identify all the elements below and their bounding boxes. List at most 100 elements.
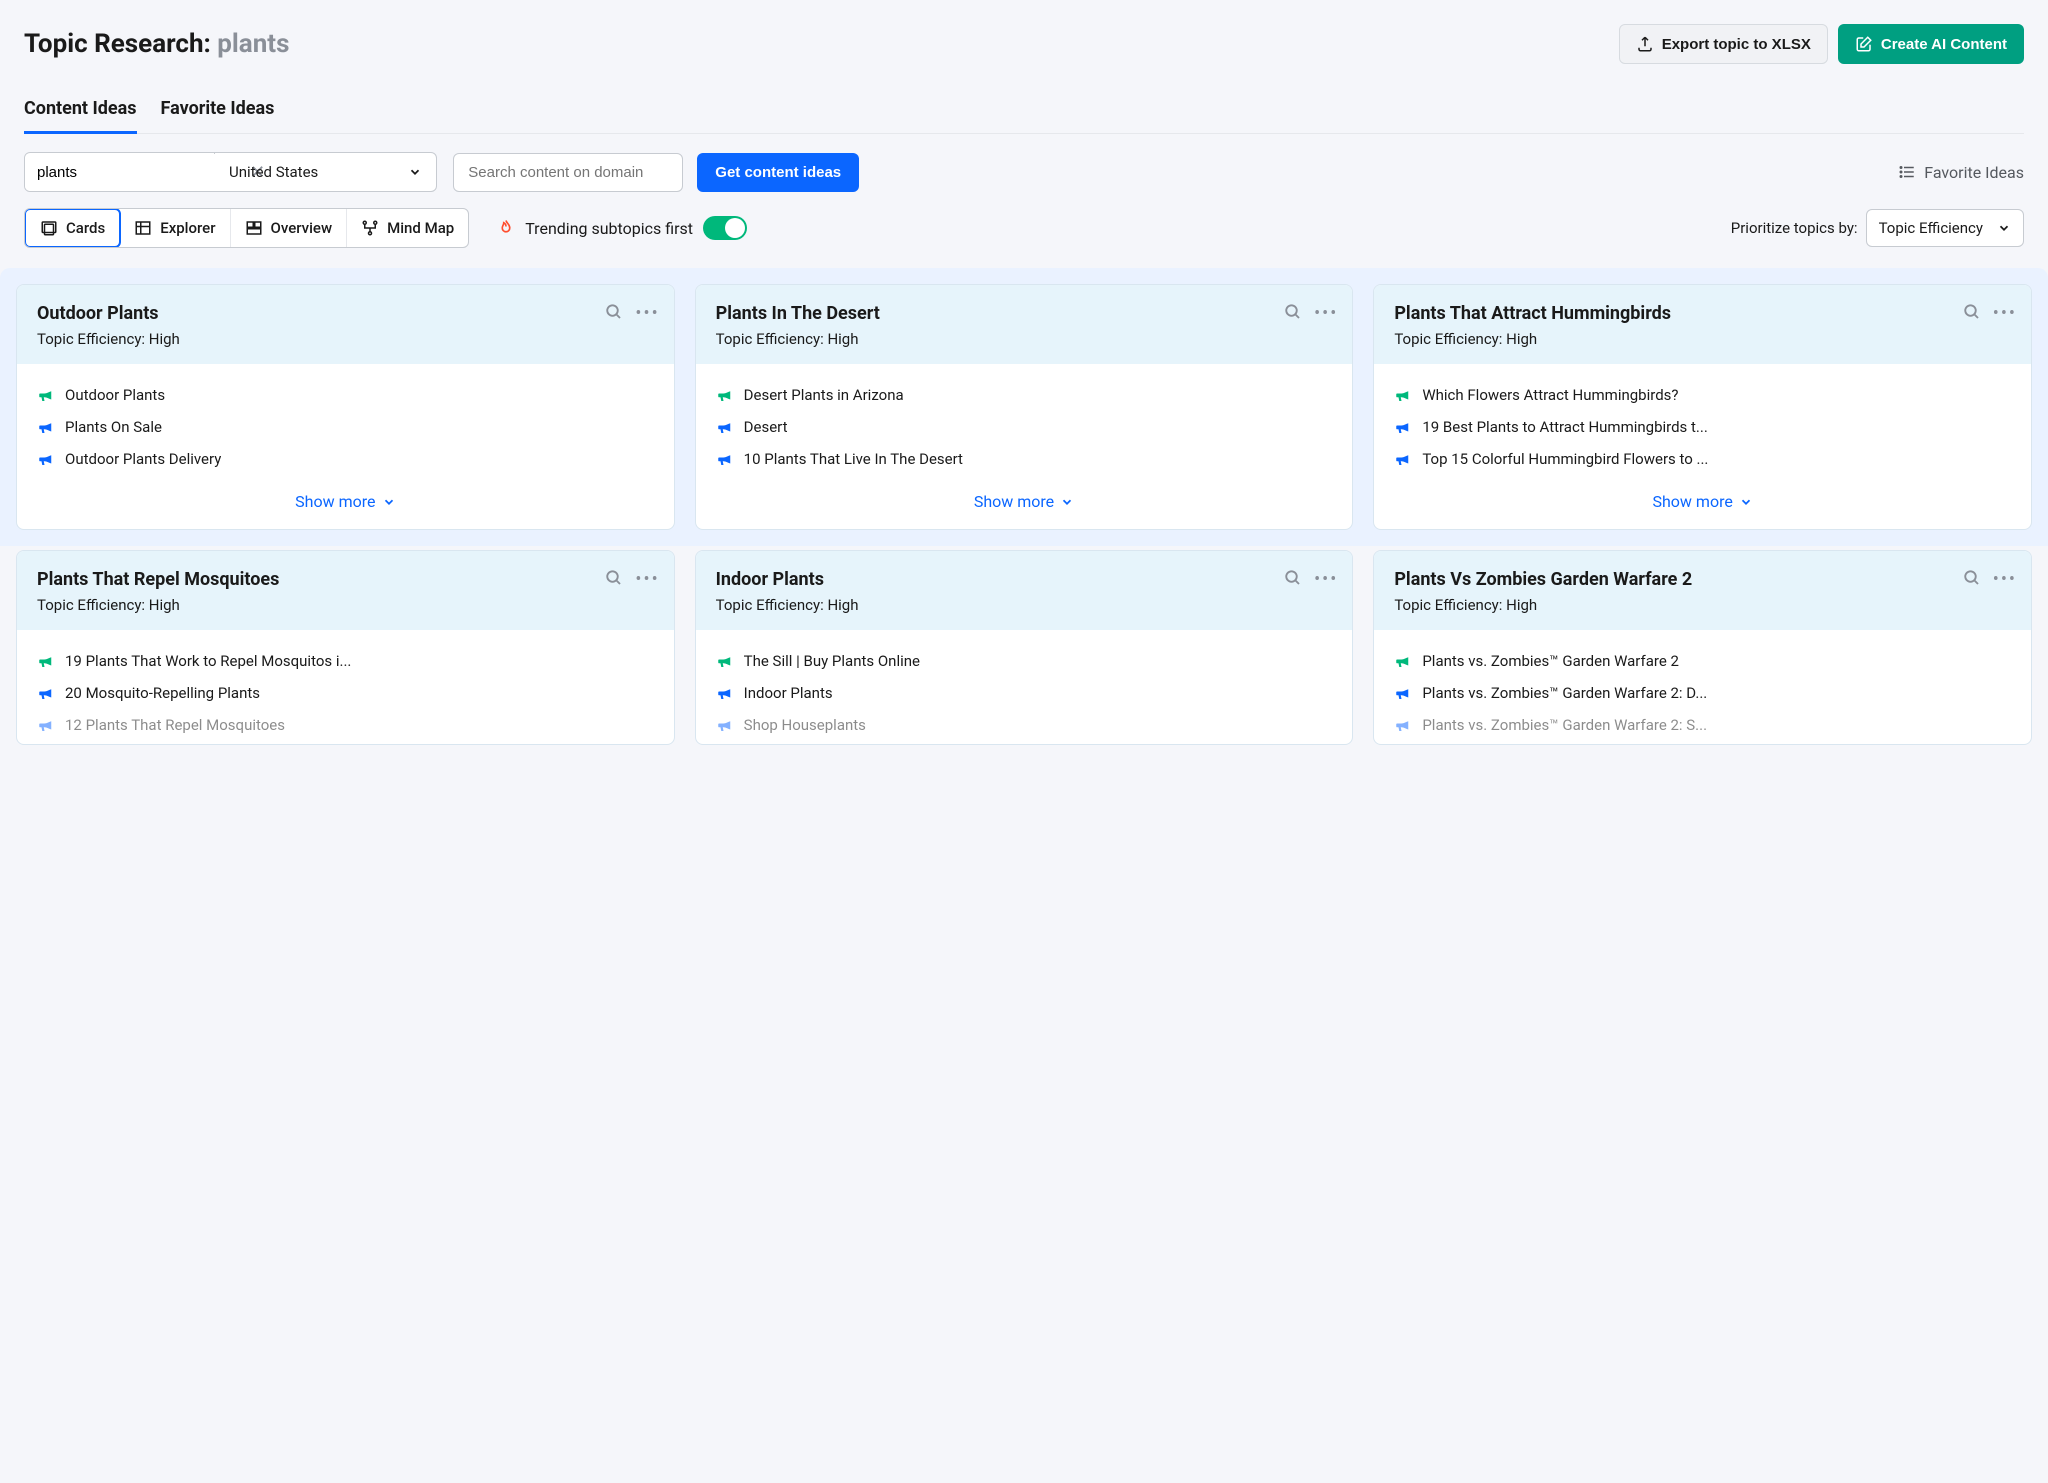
chevron-down-icon xyxy=(382,495,396,509)
content-line-text: Plants vs. Zombies™ Garden Warfare 2: D.… xyxy=(1422,684,1707,702)
more-icon[interactable]: ••• xyxy=(1993,303,2017,324)
bullhorn-icon xyxy=(716,652,734,670)
content-line-text: Plants vs. Zombies™ Garden Warfare 2: S.… xyxy=(1422,716,1707,734)
content-line[interactable]: Plants vs. Zombies™ Garden Warfare 2: D.… xyxy=(1394,684,2011,702)
content-line[interactable]: Plants On Sale xyxy=(37,418,654,436)
trending-label: Trending subtopics first xyxy=(525,219,693,238)
list-icon xyxy=(1898,163,1916,181)
search-icon[interactable] xyxy=(1284,303,1302,321)
content-line[interactable]: Outdoor Plants xyxy=(37,386,654,404)
content-line-text: 19 Best Plants to Attract Hummingbirds t… xyxy=(1422,418,1707,436)
card-title: Plants That Repel Mosquitoes xyxy=(37,569,654,590)
search-icon[interactable] xyxy=(605,569,623,587)
bullhorn-icon xyxy=(1394,684,1412,702)
content-line-text: Desert Plants in Arizona xyxy=(744,386,904,404)
content-line[interactable]: Which Flowers Attract Hummingbirds? xyxy=(1394,386,2011,404)
content-line-text: Which Flowers Attract Hummingbirds? xyxy=(1422,386,1678,404)
content-line-text: Shop Houseplants xyxy=(744,716,866,734)
keyword-input[interactable] xyxy=(25,154,240,191)
content-line-text: Outdoor Plants xyxy=(65,386,165,404)
view-overview-button[interactable]: Overview xyxy=(231,209,348,247)
content-line[interactable]: The Sill | Buy Plants Online xyxy=(716,652,1333,670)
content-line[interactable]: Top 15 Colorful Hummingbird Flowers to .… xyxy=(1394,450,2011,468)
content-line[interactable]: 12 Plants That Repel Mosquitoes xyxy=(37,716,654,734)
search-icon[interactable] xyxy=(605,303,623,321)
content-line[interactable]: Desert xyxy=(716,418,1333,436)
bullhorn-icon xyxy=(716,418,734,436)
view-cards-button[interactable]: Cards xyxy=(24,208,121,248)
chevron-down-icon xyxy=(1997,221,2011,235)
tab-favorite-ideas[interactable]: Favorite Ideas xyxy=(161,88,275,133)
bullhorn-icon xyxy=(37,386,55,404)
more-icon[interactable]: ••• xyxy=(635,303,659,324)
content-line[interactable]: Shop Houseplants xyxy=(716,716,1333,734)
get-content-ideas-button[interactable]: Get content ideas xyxy=(697,153,859,192)
more-icon[interactable]: ••• xyxy=(635,569,659,590)
card-title: Outdoor Plants xyxy=(37,303,654,324)
bullhorn-icon xyxy=(716,386,734,404)
content-line[interactable]: Indoor Plants xyxy=(716,684,1333,702)
chevron-down-icon xyxy=(1739,495,1753,509)
content-line[interactable]: 19 Plants That Work to Repel Mosquitos i… xyxy=(37,652,654,670)
mindmap-icon xyxy=(361,219,379,237)
content-line[interactable]: 20 Mosquito-Repelling Plants xyxy=(37,684,654,702)
view-mode-group: Cards Explorer Overview Mind Map xyxy=(24,208,469,248)
more-icon[interactable]: ••• xyxy=(1993,569,2017,590)
trending-toggle[interactable] xyxy=(703,216,747,240)
domain-search-input[interactable] xyxy=(453,153,683,192)
country-select[interactable]: United States xyxy=(215,153,436,191)
bullhorn-icon xyxy=(37,716,55,734)
content-line-text: 12 Plants That Repel Mosquitoes xyxy=(65,716,285,734)
card-efficiency: Topic Efficiency: High xyxy=(37,596,654,614)
content-line[interactable]: Plants vs. Zombies™ Garden Warfare 2 xyxy=(1394,652,2011,670)
content-line-text: Top 15 Colorful Hummingbird Flowers to .… xyxy=(1422,450,1708,468)
content-line[interactable]: 19 Best Plants to Attract Hummingbirds t… xyxy=(1394,418,2011,436)
export-xlsx-button[interactable]: Export topic to XLSX xyxy=(1619,24,1828,64)
bullhorn-icon xyxy=(716,450,734,468)
bullhorn-icon xyxy=(1394,386,1412,404)
card-efficiency: Topic Efficiency: High xyxy=(37,330,654,348)
topic-card: Plants That Repel Mosquitoes Topic Effici… xyxy=(16,550,675,745)
content-line[interactable]: Desert Plants in Arizona xyxy=(716,386,1333,404)
more-icon[interactable]: ••• xyxy=(1314,569,1338,590)
content-line-text: Plants On Sale xyxy=(65,418,162,436)
card-title: Plants Vs Zombies Garden Warfare 2 xyxy=(1394,569,2011,590)
bullhorn-icon xyxy=(37,652,55,670)
bullhorn-icon xyxy=(716,684,734,702)
prioritize-select[interactable]: Topic Efficiency xyxy=(1866,209,2024,247)
content-line[interactable]: 10 Plants That Live In The Desert xyxy=(716,450,1333,468)
search-icon[interactable] xyxy=(1963,303,1981,321)
content-line-text: 10 Plants That Live In The Desert xyxy=(744,450,963,468)
chevron-down-icon xyxy=(408,165,422,179)
search-icon[interactable] xyxy=(1284,569,1302,587)
bullhorn-icon xyxy=(37,684,55,702)
card-title: Plants That Attract Hummingbirds xyxy=(1394,303,2011,324)
topic-card: Outdoor PlantsTopic Efficiency: High•••O… xyxy=(16,284,675,530)
page-title: Topic Research: plants xyxy=(24,29,289,59)
card-efficiency: Topic Efficiency: High xyxy=(1394,330,2011,348)
content-line-text: Indoor Plants xyxy=(744,684,833,702)
more-icon[interactable]: ••• xyxy=(1314,303,1338,324)
favorite-ideas-link[interactable]: Favorite Ideas xyxy=(1898,163,2024,182)
fire-icon xyxy=(497,218,515,238)
card-efficiency: Topic Efficiency: High xyxy=(716,596,1333,614)
topic-card: Indoor Plants Topic Efficiency: High ••• Th… xyxy=(695,550,1354,745)
card-efficiency: Topic Efficiency: High xyxy=(716,330,1333,348)
prioritize-label: Prioritize topics by: xyxy=(1731,219,1858,237)
content-line[interactable]: Outdoor Plants Delivery xyxy=(37,450,654,468)
view-mindmap-button[interactable]: Mind Map xyxy=(347,209,468,247)
table-icon xyxy=(134,219,152,237)
create-ai-content-button[interactable]: Create AI Content xyxy=(1838,24,2024,64)
bullhorn-icon xyxy=(1394,418,1412,436)
card-title: Plants In The Desert xyxy=(716,303,1333,324)
card-title: Indoor Plants xyxy=(716,569,1333,590)
view-explorer-button[interactable]: Explorer xyxy=(120,209,230,247)
export-icon xyxy=(1636,35,1654,53)
search-icon[interactable] xyxy=(1963,569,1981,587)
content-line[interactable]: Plants vs. Zombies™ Garden Warfare 2: S.… xyxy=(1394,716,2011,734)
show-more-link[interactable]: Show more xyxy=(696,478,1353,529)
show-more-link[interactable]: Show more xyxy=(1374,478,2031,529)
tab-content-ideas[interactable]: Content Ideas xyxy=(24,88,137,134)
content-line-text: 20 Mosquito-Repelling Plants xyxy=(65,684,260,702)
show-more-link[interactable]: Show more xyxy=(17,478,674,529)
